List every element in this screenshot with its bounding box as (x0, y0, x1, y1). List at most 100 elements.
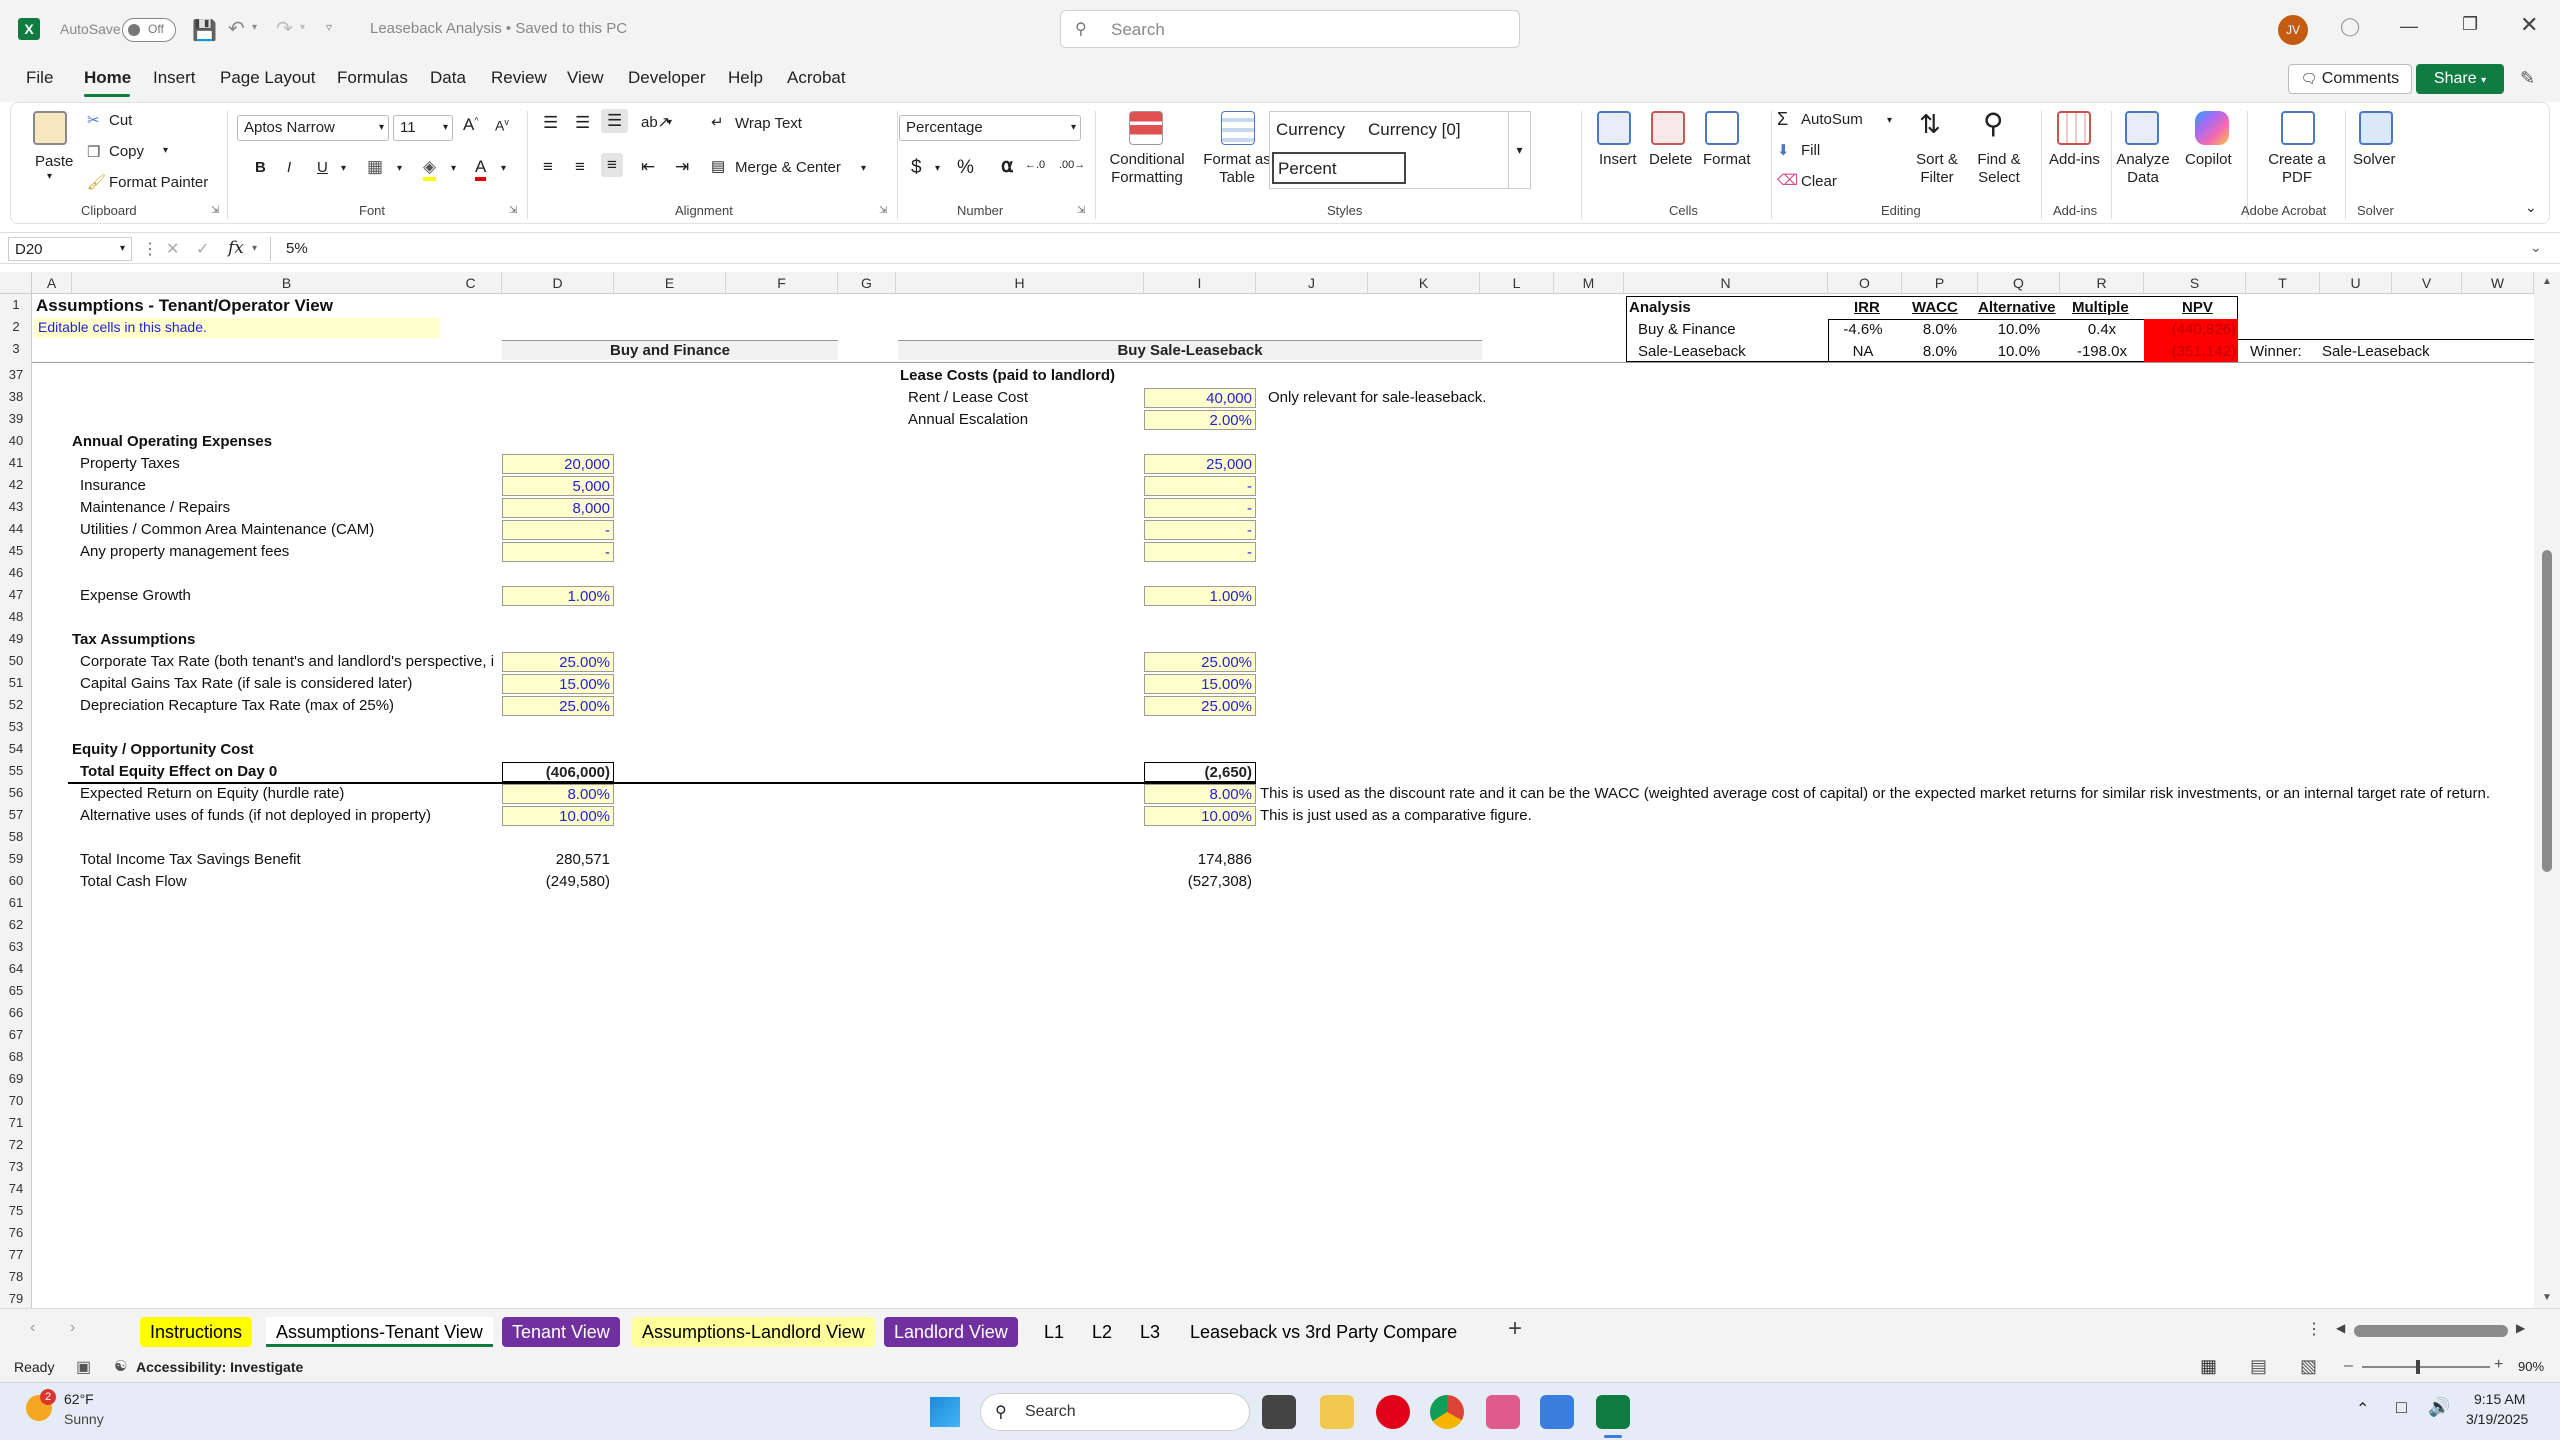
zoom-in-icon[interactable]: + (2494, 1356, 2503, 1374)
column-header[interactable]: T (2246, 272, 2320, 294)
format-cells-icon[interactable] (1705, 111, 1739, 145)
row-header[interactable]: 51 (0, 672, 32, 694)
row-header[interactable]: 49 (0, 628, 32, 650)
column-header[interactable]: L (1480, 272, 1554, 294)
tab-options-icon[interactable]: ⋮ (2306, 1319, 2322, 1339)
excel-taskbar-icon[interactable] (1596, 1395, 1630, 1429)
weather-temp[interactable]: 62°F (64, 1391, 94, 1407)
expense-growth-label[interactable]: Expense Growth (80, 586, 191, 606)
opex-label[interactable]: Insurance (80, 476, 146, 496)
redo-dropdown-icon[interactable]: ▾ (300, 22, 305, 33)
header-buy-finance[interactable]: Buy and Finance (502, 340, 838, 360)
solver-button[interactable]: Solver (2353, 151, 2396, 168)
opex-buy-input[interactable]: 20,000 (502, 454, 614, 474)
hscroll-right-icon[interactable]: ▶ (2516, 1321, 2525, 1335)
rent-label[interactable]: Rent / Lease Cost (908, 388, 1028, 408)
autosave-toggle[interactable]: Off (122, 18, 176, 42)
redo-icon[interactable]: ↷ (276, 16, 293, 41)
row-header[interactable]: 1 (0, 294, 32, 316)
opex-label[interactable]: Any property management fees (80, 542, 289, 562)
copilot-pane-icon[interactable]: ✎ (2520, 68, 2535, 89)
zoom-slider[interactable] (2362, 1360, 2490, 1374)
underline-icon[interactable]: U (317, 159, 328, 176)
undo-icon[interactable]: ↶ (228, 16, 245, 41)
find-select-icon[interactable]: ⚲ (1983, 107, 2004, 140)
currency-icon[interactable]: $ (911, 157, 922, 179)
row-header[interactable]: 59 (0, 848, 32, 870)
clipboard-launcher-icon[interactable]: ⇲ (211, 205, 219, 216)
alignment-launcher-icon[interactable]: ⇲ (879, 205, 887, 216)
insert-function-icon[interactable]: fx (228, 238, 244, 258)
lease-costs-heading[interactable]: Lease Costs (paid to landlord) (900, 366, 1115, 386)
alt-uses-label[interactable]: Alternative uses of funds (if not deploy… (80, 806, 431, 826)
tax-label[interactable]: Corporate Tax Rate (both tenant's and la… (80, 652, 500, 672)
header-sale-leaseback[interactable]: Buy Sale-Leaseback (898, 340, 1482, 360)
align-bottom-icon[interactable]: ☰ (601, 109, 629, 133)
tax-savings-label[interactable]: Total Income Tax Savings Benefit (80, 850, 301, 870)
row-header[interactable]: 74 (0, 1178, 32, 1200)
analysis-multiple[interactable]: 0.4x (2060, 320, 2144, 340)
weather-desc[interactable]: Sunny (64, 1411, 104, 1427)
expense-growth-buy-input[interactable]: 1.00% (502, 586, 614, 606)
opex-sale-input[interactable]: - (1144, 520, 1256, 540)
user-avatar[interactable]: JV (2278, 15, 2308, 45)
opex-buy-input[interactable]: - (502, 520, 614, 540)
total-equity-buy-cell[interactable]: (406,000) (502, 762, 614, 782)
column-header[interactable]: E (614, 272, 726, 294)
row-header[interactable]: 76 (0, 1222, 32, 1244)
opex-label[interactable]: Utilities / Common Area Maintenance (CAM… (80, 520, 374, 540)
row-header[interactable]: 61 (0, 892, 32, 914)
column-header[interactable]: W (2462, 272, 2534, 294)
opex-sale-input[interactable]: - (1144, 476, 1256, 496)
wrap-text-button[interactable]: Wrap Text (735, 115, 802, 132)
underline-dropdown-icon[interactable]: ▾ (341, 163, 346, 174)
format-as-table-button[interactable]: Format as Table (1197, 151, 1277, 187)
column-header[interactable]: V (2392, 272, 2462, 294)
opex-buy-input[interactable]: - (502, 542, 614, 562)
number-launcher-icon[interactable]: ⇲ (1077, 205, 1085, 216)
align-center-icon[interactable]: ≡ (575, 157, 585, 177)
escalation-input[interactable]: 2.00% (1144, 410, 1256, 430)
customize-qat-icon[interactable]: ▿ (326, 20, 332, 34)
close-icon[interactable]: ✕ (2520, 12, 2538, 38)
sort-filter-button[interactable]: Sort & Filter (1907, 151, 1967, 187)
column-header[interactable]: O (1828, 272, 1902, 294)
analysis-alt[interactable]: 10.0% (1978, 320, 2060, 340)
row-header[interactable]: 56 (0, 782, 32, 804)
analysis-hdr-alternative[interactable]: Alternative (1978, 298, 2056, 318)
fill-color-icon[interactable]: ◈ (423, 157, 437, 181)
taskbar-search[interactable]: ⚲ Search (980, 1393, 1250, 1431)
insert-cells-icon[interactable] (1597, 111, 1631, 145)
cut-button[interactable]: Cut (109, 112, 132, 129)
copy-button[interactable]: Copy (109, 143, 144, 160)
percent-icon[interactable]: % (957, 157, 974, 179)
cancel-icon[interactable]: ✕ (166, 239, 179, 259)
sheet-tab[interactable]: Assumptions-Tenant View (266, 1317, 493, 1347)
tax-buy-input[interactable]: 25.00% (502, 696, 614, 716)
analysis-alt[interactable]: 10.0% (1978, 342, 2060, 362)
tab-scroll-left-icon[interactable]: ‹ (30, 1319, 35, 1337)
column-header[interactable]: M (1554, 272, 1624, 294)
accessibility-status[interactable]: Accessibility: Investigate (136, 1359, 303, 1375)
align-middle-icon[interactable]: ☰ (575, 113, 590, 133)
analysis-npv[interactable]: (440,826) (2144, 320, 2236, 340)
tax-heading[interactable]: Tax Assumptions (72, 630, 195, 650)
total-cash-flow-buy[interactable]: (249,580) (502, 872, 610, 892)
tax-label[interactable]: Depreciation Recapture Tax Rate (max of … (80, 696, 394, 716)
sort-filter-icon[interactable]: ⇅ (1919, 109, 1941, 140)
expected-return-note[interactable]: This is used as the discount rate and it… (1260, 784, 2490, 804)
select-all-corner[interactable] (0, 272, 32, 294)
total-equity-label[interactable]: Total Equity Effect on Day 0 (80, 762, 277, 782)
search-box[interactable]: ⚲ Search (1060, 10, 1520, 48)
tax-sale-input[interactable]: 25.00% (1144, 696, 1256, 716)
expected-return-label[interactable]: Expected Return on Equity (hurdle rate) (80, 784, 344, 804)
clear-button[interactable]: Clear (1801, 173, 1837, 190)
decrease-indent-icon[interactable]: ⇤ (641, 157, 655, 177)
row-header[interactable]: 78 (0, 1266, 32, 1288)
menu-review[interactable]: Review (491, 68, 547, 88)
opera-icon[interactable] (1376, 1395, 1410, 1429)
analysis-wacc[interactable]: 8.0% (1902, 342, 1978, 362)
column-header[interactable]: D (502, 272, 614, 294)
vertical-scroll-thumb[interactable] (2542, 550, 2552, 872)
menu-developer[interactable]: Developer (628, 68, 706, 88)
